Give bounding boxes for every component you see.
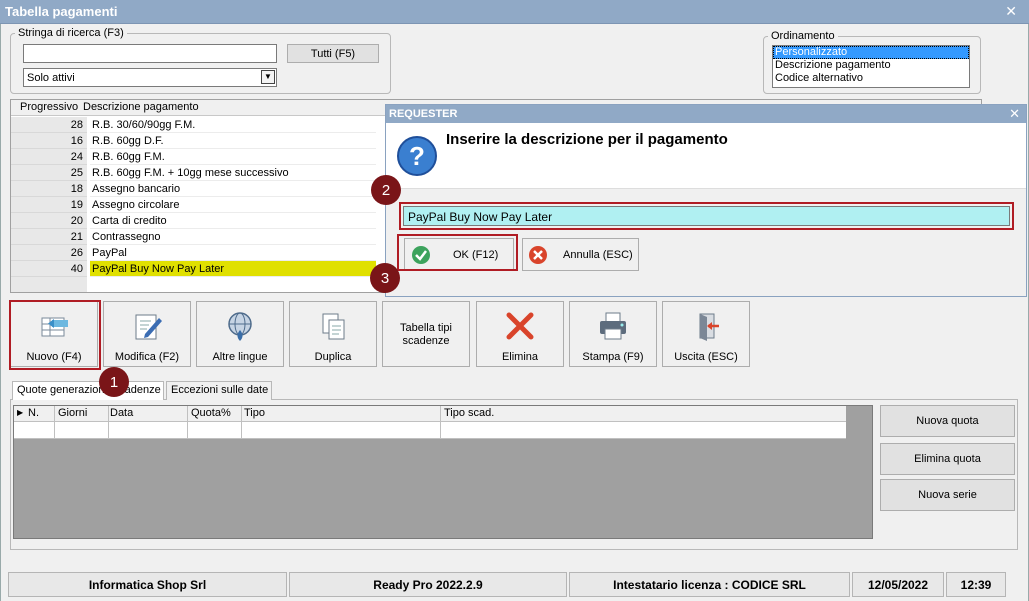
col-share[interactable]: Quota% [191, 407, 231, 419]
duplicate-button[interactable]: Duplica [289, 301, 377, 367]
cancel-button[interactable]: Annulla (ESC) [522, 238, 639, 271]
print-button[interactable]: Stampa (F9) [569, 301, 657, 367]
search-input[interactable] [23, 44, 277, 63]
delete-button-label: Elimina [501, 351, 539, 363]
window-close-icon[interactable]: ✕ [1005, 3, 1017, 20]
edit-button-label: Modifica (F2) [114, 351, 180, 363]
tab-quote-generation[interactable]: Quote generazione scadenze [12, 381, 164, 401]
status-time: 12:39 [946, 572, 1006, 597]
ordering-listbox[interactable]: Personalizzato Descrizione pagamento Cod… [772, 45, 970, 88]
col-date[interactable]: Data [110, 407, 133, 419]
exit-door-icon [699, 313, 719, 341]
cancel-icon [529, 246, 547, 264]
col-due-type[interactable]: Tipo scad. [444, 407, 494, 419]
tab-date-exceptions[interactable]: Eccezioni sulle date [166, 381, 272, 400]
active-filter-value: Solo attivi [27, 72, 75, 84]
status-date: 12/05/2022 [852, 572, 944, 597]
search-group-label: Stringa di ricerca (F3) [18, 27, 124, 39]
status-version: Ready Pro 2022.2.9 [289, 572, 567, 597]
due-types-button-label: Tabella tipi scadenze [400, 322, 452, 347]
languages-button-label: Altre lingue [212, 351, 268, 363]
col-n[interactable]: N. [28, 407, 39, 419]
dialog-close-icon[interactable]: ✕ [1009, 106, 1020, 122]
col-type[interactable]: Tipo [244, 407, 265, 419]
exit-button[interactable]: Uscita (ESC) [662, 301, 750, 367]
due-types-button[interactable]: Tabella tipi scadenze [382, 301, 470, 367]
delete-x-icon [506, 312, 534, 340]
quotes-grid[interactable]: N. Giorni Data Quota% Tipo Tipo scad. ▶ [13, 405, 873, 539]
step-badge-2: 2 [371, 175, 401, 205]
delete-button[interactable]: Elimina [476, 301, 564, 367]
languages-button[interactable]: Altre lingue [196, 301, 284, 367]
row-pointer-icon: ▶ [17, 408, 24, 417]
ordering-option-description[interactable]: Descrizione pagamento [773, 59, 969, 72]
status-company: Informatica Shop Srl [8, 572, 287, 597]
delete-quota-button[interactable]: Elimina quota [880, 443, 1015, 475]
printer-icon [600, 312, 626, 340]
dialog-message: Inserire la descrizione per il pagamento [446, 131, 728, 148]
edit-button[interactable]: Modifica (F2) [103, 301, 191, 367]
ordering-option-custom[interactable]: Personalizzato [773, 46, 969, 59]
cancel-button-label: Annulla (ESC) [563, 249, 633, 261]
col-progressive[interactable]: Progressivo [20, 101, 78, 113]
exit-button-label: Uscita (ESC) [674, 351, 738, 363]
edit-document-icon [135, 314, 162, 340]
copy-icon [322, 313, 345, 340]
ok-button-highlight [397, 234, 518, 271]
question-icon: ? [397, 136, 437, 176]
all-button[interactable]: Tutti (F5) [287, 44, 379, 63]
new-button-highlight [9, 300, 101, 370]
chevron-down-icon[interactable]: ▼ [261, 70, 275, 84]
status-license: Intestatario licenza : CODICE SRL [569, 572, 850, 597]
description-input-highlight: PayPal Buy Now Pay Later [399, 202, 1014, 230]
ordering-option-alt-code[interactable]: Codice alternativo [773, 72, 969, 85]
globe-icon [228, 312, 252, 341]
ordering-group-label: Ordinamento [771, 30, 835, 42]
new-quota-button[interactable]: Nuova quota [880, 405, 1015, 437]
step-badge-1: 1 [99, 367, 129, 397]
active-filter-select[interactable]: Solo attivi ▼ [23, 68, 277, 87]
new-series-button[interactable]: Nuova serie [880, 479, 1015, 511]
window-title-bar: Tabella pagamenti ✕ [0, 0, 1029, 24]
description-input[interactable]: PayPal Buy Now Pay Later [403, 206, 1010, 226]
table-row-empty[interactable] [14, 422, 846, 439]
window-title: Tabella pagamenti [5, 4, 118, 19]
col-days[interactable]: Giorni [58, 407, 87, 419]
print-button-label: Stampa (F9) [582, 351, 644, 363]
quotes-grid-header: N. Giorni Data Quota% Tipo Tipo scad. [14, 406, 846, 422]
duplicate-button-label: Duplica [314, 351, 352, 363]
step-badge-3: 3 [370, 263, 400, 293]
col-description[interactable]: Descrizione pagamento [83, 101, 199, 113]
dialog-title: REQUESTER [386, 105, 1026, 123]
svg-text:?: ? [409, 141, 425, 171]
dialog-message-area: ? Inserire la descrizione per il pagamen… [386, 123, 1026, 189]
